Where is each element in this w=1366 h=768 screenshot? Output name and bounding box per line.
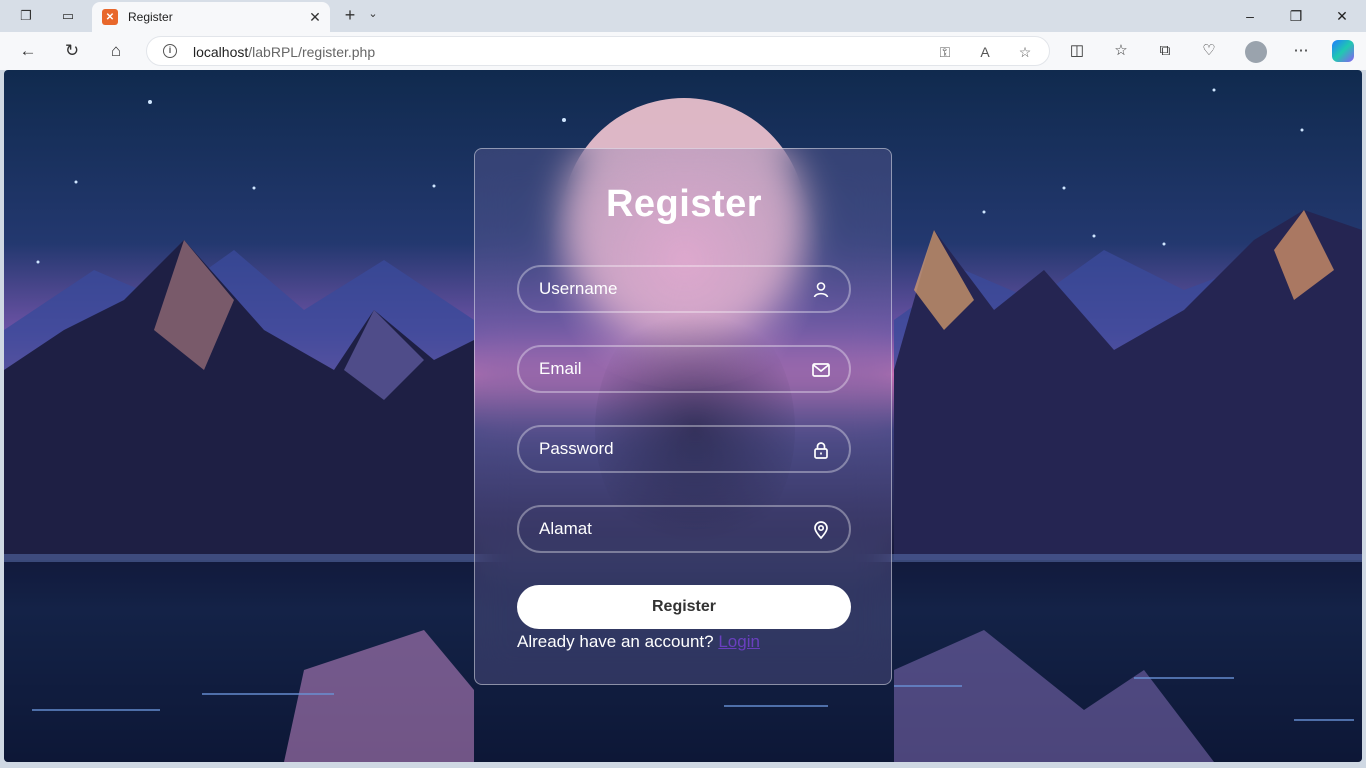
login-prompt-row: Already have an account? Login (517, 632, 760, 652)
register-button[interactable]: Register (517, 585, 851, 629)
login-link[interactable]: Login (718, 632, 760, 651)
alamat-field[interactable]: Alamat (517, 505, 851, 553)
address-bar[interactable]: i localhost/labRPL/register.php ⚿ A ☆ (146, 36, 1050, 66)
lock-icon (814, 442, 828, 459)
login-prompt-text: Already have an account? (517, 632, 714, 651)
read-aloud-icon[interactable]: A (975, 42, 995, 62)
vertical-tabs-icon[interactable]: ▭ (58, 6, 78, 26)
tab-title: Register (128, 10, 173, 24)
mail-icon (812, 363, 830, 377)
browser-tab-bar: ❐ ▭ ✕ Register ✕ + ⌄ – ❐ ✕ (0, 0, 1366, 32)
restore-button[interactable]: ❐ (1284, 5, 1308, 27)
collections-icon[interactable]: ⧉ (1154, 40, 1176, 62)
new-tab-button[interactable]: + (340, 5, 360, 27)
browser-essentials-icon[interactable]: ♡ (1198, 40, 1220, 62)
username-placeholder: Username (539, 279, 618, 298)
refresh-button[interactable]: ↻ (60, 40, 84, 62)
home-button[interactable]: ⌂ (104, 40, 128, 62)
alamat-placeholder: Alamat (539, 519, 592, 538)
profile-avatar[interactable] (1245, 41, 1267, 63)
username-field[interactable]: Username (517, 265, 851, 313)
location-pin-icon (814, 521, 828, 540)
favorites-icon[interactable]: ☆ (1110, 40, 1132, 62)
form-title: Register (605, 183, 763, 225)
close-window-button[interactable]: ✕ (1330, 5, 1354, 27)
more-options-icon[interactable]: ⋯ (1290, 40, 1312, 62)
site-info-icon[interactable]: i (163, 44, 177, 58)
back-button[interactable]: ← (16, 40, 40, 62)
password-field[interactable]: Password (517, 425, 851, 473)
user-icon (813, 282, 829, 298)
minimize-button[interactable]: – (1238, 5, 1262, 27)
password-key-icon[interactable]: ⚿ (935, 42, 955, 62)
favorite-star-icon[interactable]: ☆ (1015, 42, 1035, 62)
copilot-icon[interactable] (1332, 40, 1354, 62)
password-placeholder: Password (539, 439, 614, 458)
email-placeholder: Email (539, 359, 582, 378)
workspaces-icon[interactable]: ❐ (16, 6, 36, 26)
xampp-favicon-icon: ✕ (102, 9, 118, 25)
email-field[interactable]: Email (517, 345, 851, 393)
url-text[interactable]: localhost/labRPL/register.php (193, 44, 375, 60)
page-viewport: Register Username Email Password Alamat … (4, 70, 1362, 762)
tab-register[interactable]: ✕ Register ✕ (92, 2, 330, 32)
tab-actions-chevron-icon[interactable]: ⌄ (366, 7, 380, 20)
split-screen-icon[interactable]: ◫ (1066, 40, 1088, 62)
register-card: Register Username Email Password Alamat … (474, 148, 892, 685)
tab-close-icon[interactable]: ✕ (306, 8, 324, 26)
browser-toolbar: ← ↻ ⌂ i localhost/labRPL/register.php ⚿ … (0, 32, 1366, 70)
